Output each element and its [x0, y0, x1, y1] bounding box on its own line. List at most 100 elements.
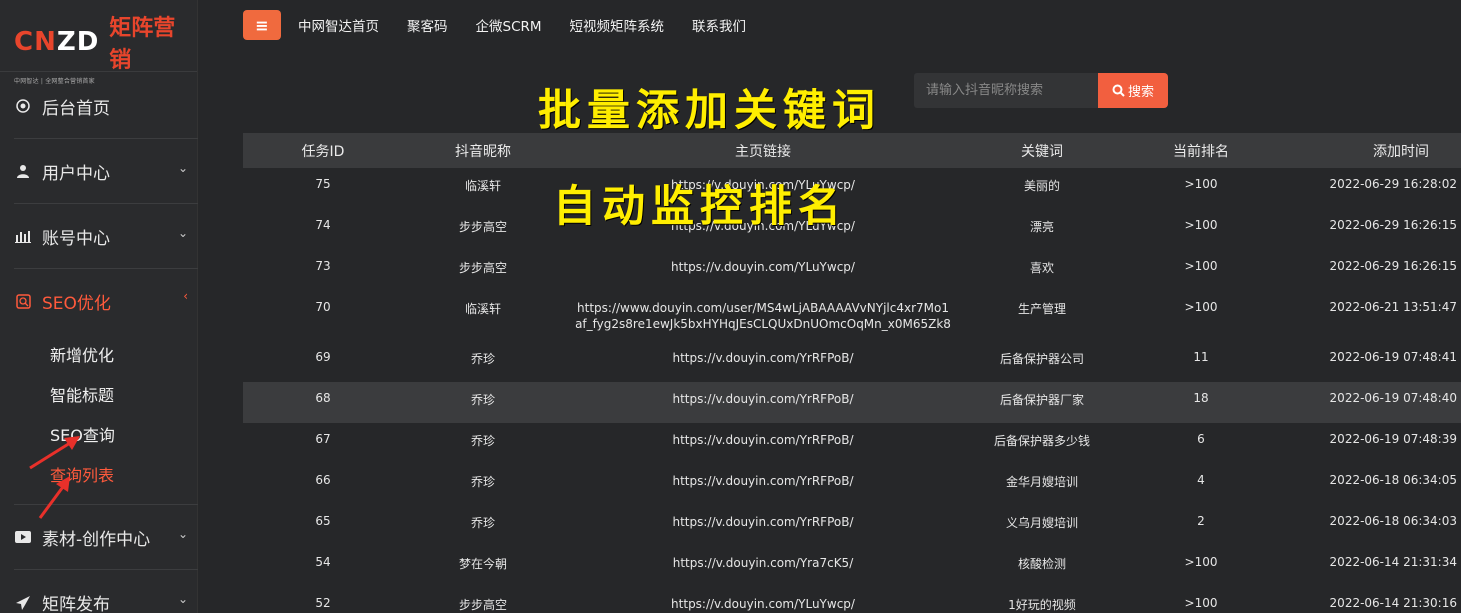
sidebar-item-label: SEO优化	[42, 294, 111, 314]
cell-nickname: 步步高空	[458, 261, 507, 275]
cell-rank: >100	[1184, 300, 1218, 314]
user-icon	[14, 162, 32, 180]
cell-keyword: 生产管理	[1017, 302, 1066, 316]
cell-keyword: 美丽的	[1023, 179, 1060, 193]
cell-link[interactable]: https://v.douyin.com/YrRFPoB/	[563, 505, 963, 546]
cell-time: 2022-06-14 21:30:16	[1329, 596, 1457, 610]
chevron-down-icon: ⌄	[177, 527, 188, 541]
cell-nickname: 乔珍	[470, 352, 495, 366]
cell-rank: >100	[1184, 177, 1218, 191]
table-row[interactable]: 69 乔珍 https://v.douyin.com/YrRFPoB/ 后备保护…	[243, 341, 1461, 382]
column-header-current-rank[interactable]: 当前排名	[1121, 133, 1281, 168]
cell-nickname: 梦在今朝	[458, 557, 507, 571]
cell-keyword: 后备保护器多少钱	[993, 434, 1090, 448]
cell-link[interactable]: https://v.douyin.com/YrRFPoB/	[563, 341, 963, 382]
cell-id: 54	[315, 555, 331, 569]
cell-link[interactable]: https://v.douyin.com/YrRFPoB/	[563, 382, 963, 423]
cell-nickname: 乔珍	[470, 434, 495, 448]
nav-link-video-matrix[interactable]: 短视频矩阵系统	[570, 15, 665, 35]
cell-id: 52	[315, 596, 331, 610]
hamburger-icon: ≡	[255, 15, 269, 35]
cell-link[interactable]: https://v.douyin.com/YLuYwcp/	[563, 587, 963, 613]
cell-time: 2022-06-29 16:26:15	[1329, 218, 1457, 232]
table-row[interactable]: 73 步步高空 https://v.douyin.com/YLuYwcp/ 喜欢…	[243, 250, 1461, 291]
cell-nickname: 临溪轩	[464, 179, 501, 193]
promo-subheadline: 自动监控排名	[553, 182, 847, 232]
table-header-row: 任务ID 抖音昵称 主页链接 关键词 当前排名 添加时间	[243, 133, 1461, 168]
column-header-added-time[interactable]: 添加时间	[1281, 133, 1461, 168]
cell-rank: 18	[1193, 391, 1209, 405]
video-icon	[14, 528, 32, 546]
cell-time: 2022-06-29 16:28:02	[1329, 177, 1457, 191]
cell-time: 2022-06-29 16:26:15	[1329, 259, 1457, 273]
cell-link[interactable]: https://v.douyin.com/Yra7cK5/	[563, 546, 963, 587]
cell-nickname: 临溪轩	[464, 302, 501, 316]
cell-keyword: 喜欢	[1029, 261, 1054, 275]
query-table: 任务ID 抖音昵称 主页链接 关键词 当前排名 添加时间 75 临溪轩 http…	[243, 133, 1461, 613]
sidebar-item-label: 账号中心	[42, 228, 110, 249]
table-row[interactable]: 65 乔珍 https://v.douyin.com/YrRFPoB/ 义乌月嫂…	[243, 505, 1461, 546]
cell-time: 2022-06-14 21:31:34	[1329, 555, 1457, 569]
cell-rank: >100	[1184, 596, 1218, 610]
chevron-down-icon: ⌄	[177, 161, 188, 175]
cell-nickname: 乔珍	[470, 516, 495, 530]
chevron-down-icon: ⌄	[177, 226, 188, 240]
cell-id: 70	[315, 300, 331, 314]
column-header-homepage-link[interactable]: 主页链接	[563, 133, 963, 168]
cell-time: 2022-06-18 06:34:05	[1329, 473, 1457, 487]
nav-link-jukema[interactable]: 聚客码	[407, 15, 448, 35]
table-row[interactable]: 75 临溪轩 https://v.douyin.com/YLuYwcp/ 美丽的…	[243, 168, 1461, 209]
logo-title: 矩阵营销	[109, 16, 176, 73]
promo-headline: 批量添加关键词	[538, 86, 881, 136]
sidebar-item-account-center[interactable]: 账号中心 ⌄	[14, 204, 198, 269]
cell-keyword: 后备保护器厂家	[999, 393, 1084, 407]
cell-rank: 4	[1197, 473, 1205, 487]
cell-id: 74	[315, 218, 331, 232]
search-input[interactable]	[914, 73, 1098, 108]
cell-nickname: 乔珍	[470, 393, 495, 407]
cell-link[interactable]: https://v.douyin.com/YrRFPoB/	[563, 464, 963, 505]
nav-link-home[interactable]: 中网智达首页	[298, 15, 379, 35]
nav-link-scrm[interactable]: 企微SCRM	[476, 15, 542, 35]
table-row[interactable]: 54 梦在今朝 https://v.douyin.com/Yra7cK5/ 核酸…	[243, 546, 1461, 587]
cell-keyword: 后备保护器公司	[999, 352, 1084, 366]
cell-time: 2022-06-19 07:48:41	[1329, 350, 1457, 364]
cell-time: 2022-06-19 07:48:40	[1329, 391, 1457, 405]
sidebar-item-seo[interactable]: SEO优化 ‹	[14, 269, 198, 334]
column-header-keyword[interactable]: 关键词	[963, 133, 1121, 168]
sidebar-item-user-center[interactable]: 用户中心 ⌄	[14, 139, 198, 204]
column-header-nickname[interactable]: 抖音昵称	[403, 133, 563, 168]
sidebar-item-matrix-publish[interactable]: 矩阵发布 ⌄	[14, 570, 198, 613]
nav-link-contact[interactable]: 联系我们	[692, 15, 746, 35]
table-row[interactable]: 52 步步高空 https://v.douyin.com/YLuYwcp/ 1好…	[243, 587, 1461, 613]
target-icon	[14, 97, 32, 115]
sidebar-item-label: 用户中心	[42, 163, 110, 184]
cell-link[interactable]: https://v.douyin.com/YrRFPoB/	[563, 423, 963, 464]
cell-rank: 2	[1197, 514, 1205, 528]
cell-rank: 11	[1193, 350, 1209, 364]
logo[interactable]: CNZD 矩阵营销 中网智达 | 全网整合营销首家	[0, 0, 197, 85]
menu-toggle-button[interactable]: ≡	[243, 10, 281, 40]
search-button[interactable]: 搜索	[1098, 73, 1168, 108]
cell-nickname: 步步高空	[458, 598, 507, 612]
cell-id: 75	[315, 177, 331, 191]
cell-keyword: 核酸检测	[1017, 557, 1066, 571]
table-row[interactable]: 68 乔珍 https://v.douyin.com/YrRFPoB/ 后备保护…	[243, 382, 1461, 423]
table-row[interactable]: 66 乔珍 https://v.douyin.com/YrRFPoB/ 金华月嫂…	[243, 464, 1461, 505]
sidebar-item-home[interactable]: 后台首页	[14, 74, 198, 139]
cell-link[interactable]: https://v.douyin.com/YLuYwcp/	[563, 250, 963, 291]
column-header-task-id[interactable]: 任务ID	[243, 133, 403, 168]
cell-link[interactable]: https://www.douyin.com/user/MS4wLjABAAAA…	[563, 291, 963, 341]
sidebar-item-label: 后台首页	[42, 98, 110, 119]
cell-id: 68	[315, 391, 331, 405]
send-icon	[14, 594, 32, 612]
table-row[interactable]: 67 乔珍 https://v.douyin.com/YrRFPoB/ 后备保护…	[243, 423, 1461, 464]
submenu-item-new-optimization[interactable]: 新增优化	[50, 334, 198, 374]
cell-rank: >100	[1184, 259, 1218, 273]
table-row[interactable]: 70 临溪轩 https://www.douyin.com/user/MS4wL…	[243, 291, 1461, 341]
table-row[interactable]: 74 步步高空 https://v.douyin.com/YLuYwcp/ 漂亮…	[243, 209, 1461, 250]
cell-rank: 6	[1197, 432, 1205, 446]
search-button-label: 搜索	[1127, 85, 1154, 100]
submenu-item-smart-title[interactable]: 智能标题	[50, 374, 198, 414]
seo-icon	[14, 293, 32, 311]
